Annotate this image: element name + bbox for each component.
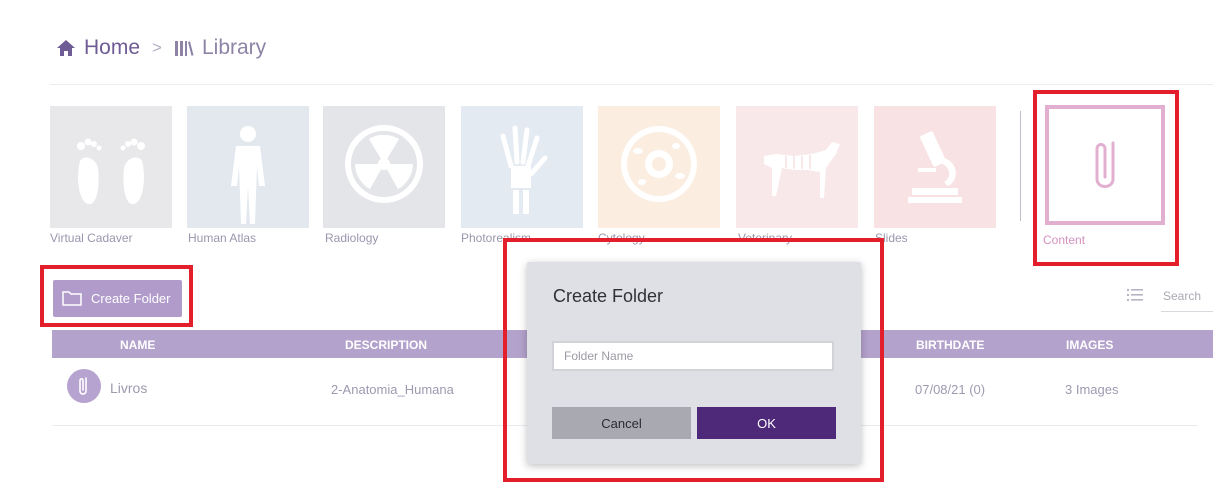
- cell-icon: [598, 106, 720, 228]
- tile-label-content: Content: [1043, 233, 1086, 247]
- breadcrumb-home-label: Home: [84, 36, 141, 59]
- folder-name-input[interactable]: [552, 341, 834, 371]
- tile-label-human-atlas: Human Atlas: [188, 231, 257, 245]
- paperclip-icon: [79, 377, 87, 395]
- list-view-icon[interactable]: [1127, 287, 1143, 303]
- row-name: Livros: [110, 380, 148, 396]
- home-icon: [57, 40, 75, 56]
- cancel-button[interactable]: Cancel: [552, 407, 691, 439]
- tile-content[interactable]: [1045, 105, 1165, 225]
- paperclip-icon: [1095, 141, 1115, 188]
- column-header-description[interactable]: DESCRIPTION: [345, 338, 427, 352]
- avatar: [67, 369, 101, 403]
- create-folder-button[interactable]: Create Folder: [53, 280, 182, 317]
- row-birthdate: 07/08/21 (0): [915, 382, 986, 397]
- microscope-icon: [874, 106, 996, 228]
- column-header-name[interactable]: NAME: [120, 338, 155, 352]
- human-body-icon: [187, 106, 309, 228]
- tile-label-cytology: Cytology: [598, 231, 645, 245]
- breadcrumb-library[interactable]: Library: [174, 36, 266, 60]
- breadcrumb-library-label: Library: [201, 36, 267, 59]
- folder-icon: [62, 291, 82, 306]
- tile-radiology[interactable]: [323, 106, 445, 228]
- search-underline: [1161, 311, 1213, 312]
- tile-label-slides: Slides: [875, 231, 908, 245]
- radiation-icon: [323, 106, 445, 228]
- tile-label-photorealism: Photorealism: [461, 231, 532, 245]
- row-description: 2-Anatomia_Humana: [331, 382, 454, 397]
- create-folder-label: Create Folder: [91, 291, 171, 306]
- tile-label-virtual-cadaver: Virtual Cadaver: [50, 231, 133, 245]
- tile-cytology[interactable]: [598, 106, 720, 228]
- breadcrumb-separator: >: [152, 38, 162, 57]
- search-input[interactable]: Search: [1163, 289, 1201, 303]
- tile-label-veterinary: Veterinary: [738, 231, 793, 245]
- tile-veterinary[interactable]: [736, 106, 858, 228]
- column-header-birthdate[interactable]: BIRTHDATE: [916, 338, 984, 352]
- tile-human-atlas[interactable]: [187, 106, 309, 228]
- hand-xray-icon: [461, 106, 583, 228]
- header-divider: [50, 84, 1213, 85]
- row-images: 3 Images: [1065, 382, 1119, 397]
- breadcrumb-home[interactable]: Home: [56, 36, 140, 60]
- column-header-images[interactable]: IMAGES: [1066, 338, 1113, 352]
- dog-skeleton-icon: [736, 106, 858, 228]
- ok-button[interactable]: OK: [697, 407, 836, 439]
- tile-photorealism[interactable]: [461, 106, 583, 228]
- feet-icon: [50, 106, 172, 228]
- library-icon: [174, 41, 194, 56]
- tiles-divider: [1020, 111, 1021, 221]
- tile-slides[interactable]: [874, 106, 996, 228]
- tile-label-radiology: Radiology: [325, 231, 379, 245]
- breadcrumb: Home > Library: [56, 36, 266, 60]
- tile-virtual-cadaver[interactable]: [50, 106, 172, 228]
- dialog-title: Create Folder: [553, 286, 664, 306]
